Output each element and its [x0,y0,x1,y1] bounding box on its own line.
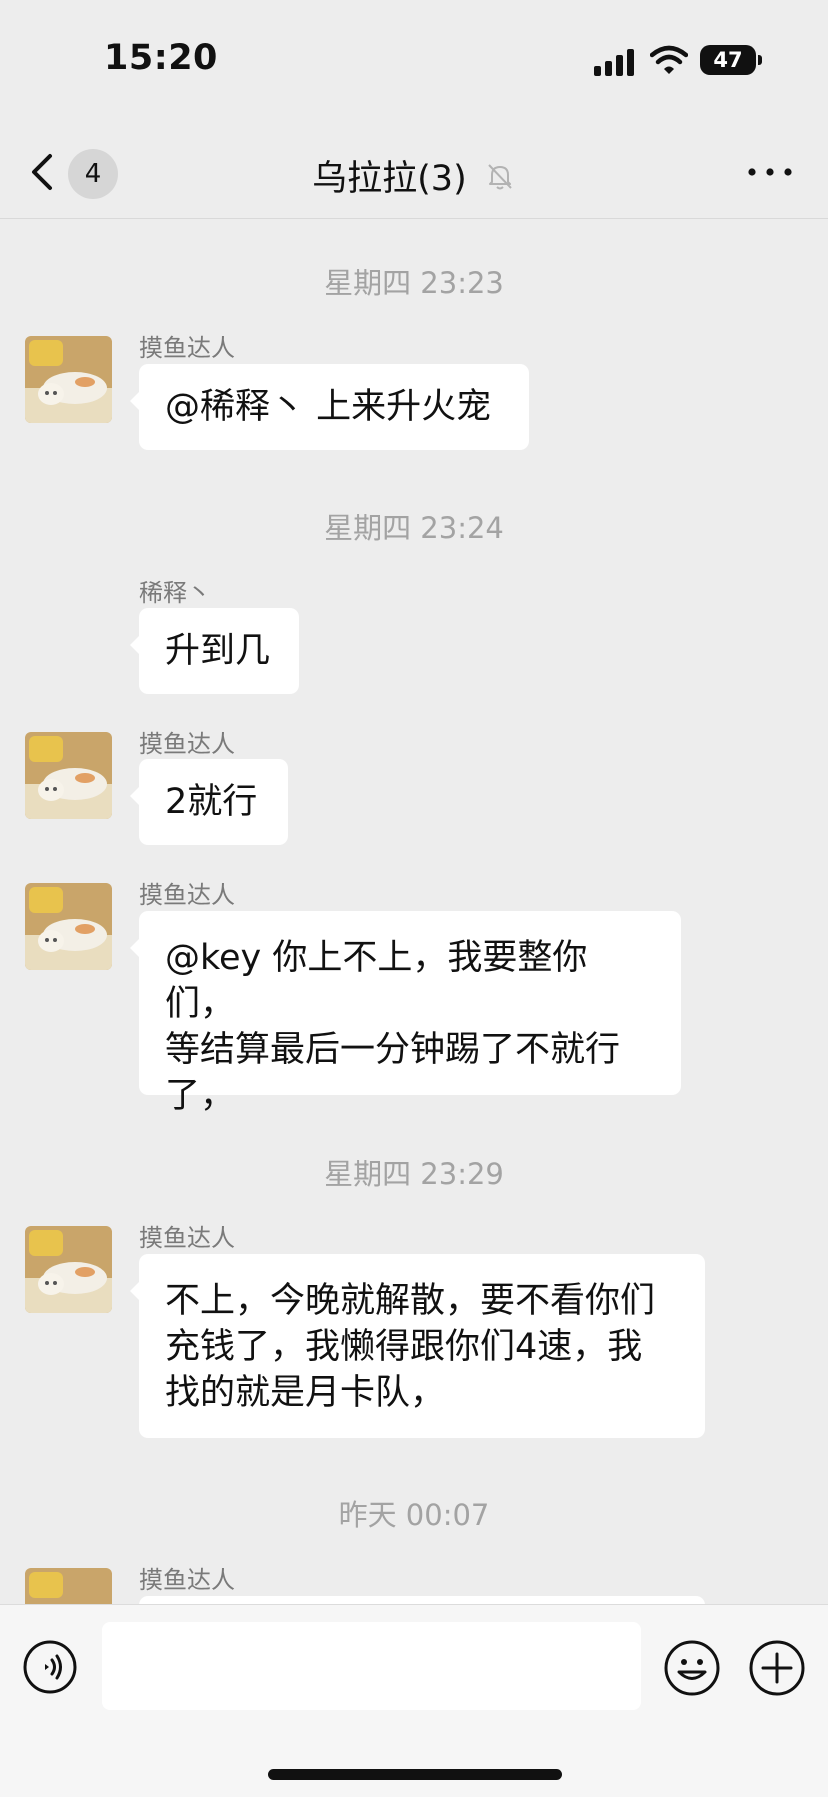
sender-name: 摸鱼达人 [139,730,235,758]
input-bar [0,1604,828,1797]
status-time: 15:20 [104,38,218,78]
cat-avatar-image [25,883,112,970]
avatar[interactable] [25,336,112,423]
add-more-icon[interactable] [748,1639,806,1697]
home-indicator [268,1769,562,1780]
cat-avatar-image [25,336,112,423]
sender-name: 摸鱼达人 [139,1224,235,1252]
battery-tip [758,55,762,65]
wifi-icon [650,45,688,74]
message-input[interactable] [102,1622,641,1710]
message-text-line: 不上，今晚就解散，要不看你们 [165,1281,656,1321]
message-text: 升到几 [165,631,271,671]
message-bubble[interactable]: @key 你上不上，我要整你们， 等结算最后一分钟踢了不就行 了， [130,911,681,1116]
avatar[interactable] [25,1226,112,1313]
sender-name: 稀释丶 [139,579,211,607]
message-timestamp: 星期四 23:23 [324,266,504,300]
chat-title: 乌拉拉(3) [0,150,828,201]
sender-name: 摸鱼达人 [139,881,235,909]
mute-bell-icon [488,163,512,189]
message-bubble[interactable]: 升到几 [130,608,299,694]
message-bubble[interactable]: 2就行 [130,759,288,845]
cellular-signal-icon [594,48,640,76]
cat-avatar-image [25,732,112,819]
battery-indicator: 47 [700,45,756,75]
message-text-line: 找的就是月卡队， [165,1373,446,1413]
chat-title-text: 乌拉拉(3) [312,159,467,199]
sender-name: 摸鱼达人 [139,334,235,362]
message-text: 2就行 [165,782,258,822]
emoji-icon[interactable] [663,1639,721,1697]
message-bubble[interactable]: 不上，今晚就解散，要不看你们 充钱了，我懒得跟你们4速，我 找的就是月卡队， [130,1254,705,1438]
cat-avatar-image [25,1226,112,1313]
message-timestamp: 星期四 23:29 [324,1157,504,1191]
message-timestamp: 星期四 23:24 [324,511,504,545]
message-text-line: 等结算最后一分钟踢了不就行 [165,1030,621,1070]
avatar[interactable] [25,883,112,970]
message-text-line: 了， [165,1076,236,1116]
avatar[interactable] [25,732,112,819]
message-bubble[interactable]: @稀释丶 上来升火宠 [130,364,529,450]
sender-name: 摸鱼达人 [139,1566,235,1594]
message-text-line: 充钱了，我懒得跟你们4速，我 [165,1327,643,1367]
nav-bar: 4 乌拉拉(3) [0,120,828,219]
message-text-line: @key 你上不上，我要整你们， [165,938,588,1024]
message-text: @稀释丶 上来升火宠 [165,387,492,427]
message-timestamp: 昨天 00:07 [338,1498,490,1532]
voice-input-icon[interactable] [22,1639,78,1695]
status-bar: 15:20 47 [0,0,828,120]
more-options-icon[interactable] [744,150,796,194]
